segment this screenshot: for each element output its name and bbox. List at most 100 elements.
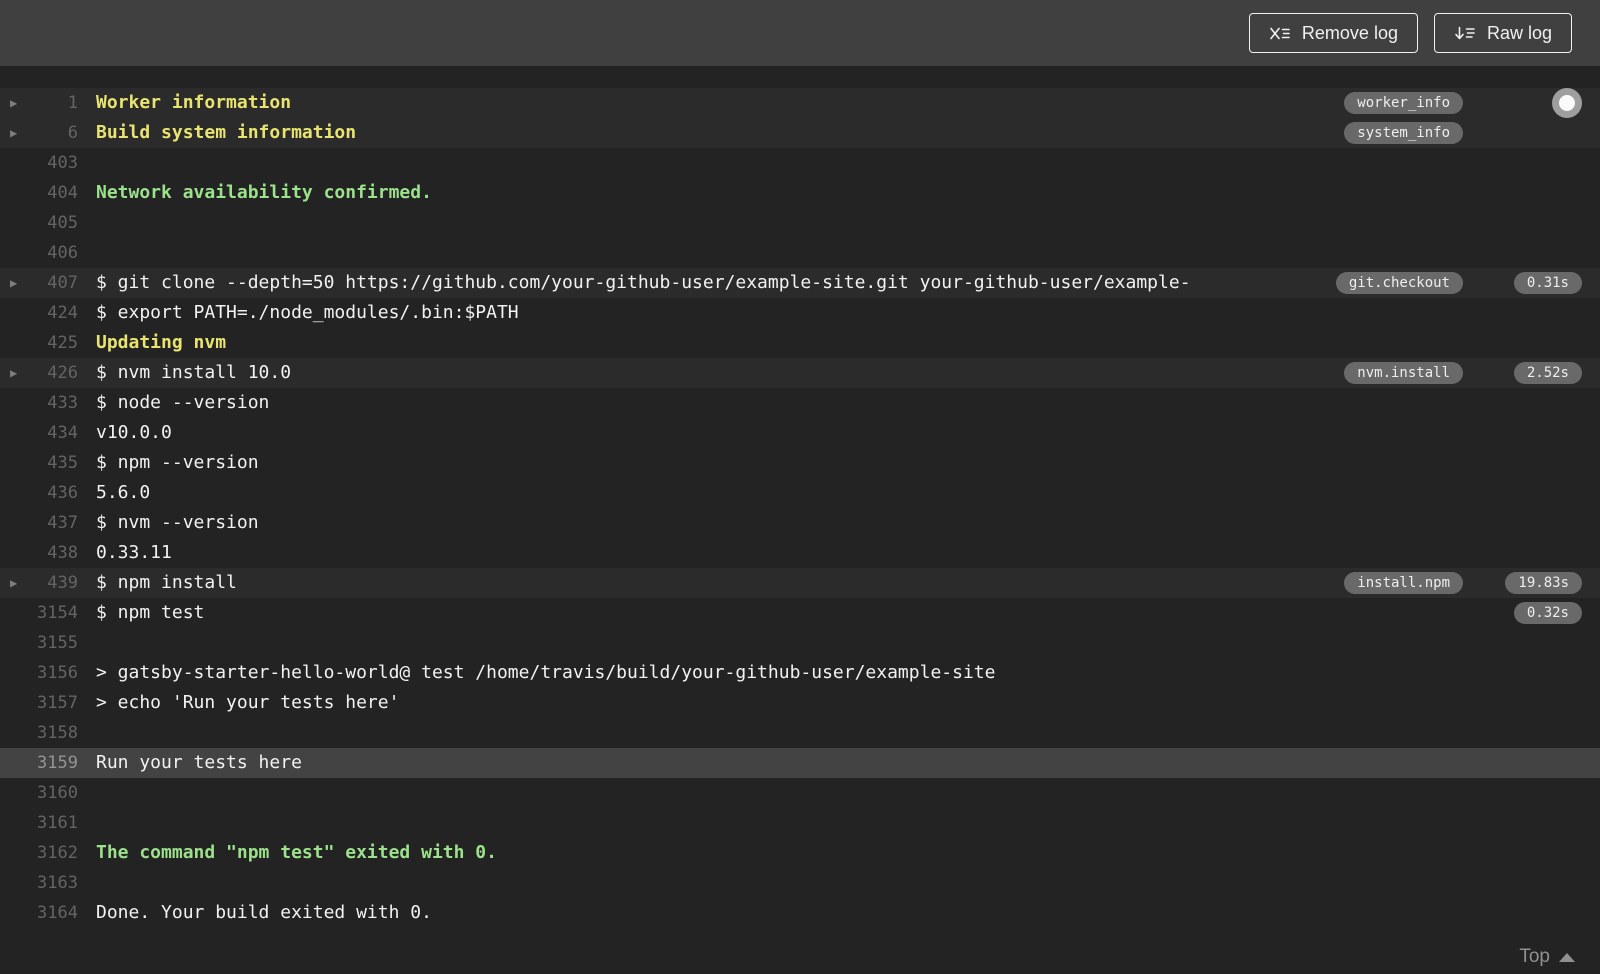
log-line-text: > gatsby-starter-hello-world@ test /home… xyxy=(96,662,996,683)
remove-log-label: Remove log xyxy=(1301,22,1398,43)
fold-tag-badge: worker_info xyxy=(1344,92,1463,114)
log-row: 3163 xyxy=(0,868,1600,898)
scrollbar-thumb-dot xyxy=(1559,95,1575,111)
remove-log-button[interactable]: Remove log xyxy=(1248,13,1418,53)
line-number-link[interactable]: 3162 xyxy=(30,838,78,868)
line-number-link[interactable]: 436 xyxy=(30,478,78,508)
log-line-text: 0.33.11 xyxy=(96,542,172,563)
log-line-text: Done. Your build exited with 0. xyxy=(96,902,432,923)
chevron-up-icon xyxy=(1559,952,1575,962)
log-line-text: $ npm test xyxy=(96,602,205,623)
log-row: 3156 > gatsby-starter-hello-world@ test … xyxy=(0,658,1600,688)
line-number-link[interactable]: 439 xyxy=(30,568,78,598)
build-log-page: Remove log Raw log ▶ 1 Worker informatio… xyxy=(0,0,1600,974)
log-row: 3161 xyxy=(0,808,1600,838)
log-line-text: $ npm --version xyxy=(96,452,259,473)
fold-tag-badge: git.checkout xyxy=(1335,272,1463,294)
duration-badge: 2.52s xyxy=(1513,362,1582,384)
duration-badge: 19.83s xyxy=(1505,572,1582,594)
top-link-label: Top xyxy=(1519,946,1550,967)
log-line-text: $ export PATH=./node_modules/.bin:$PATH xyxy=(96,302,519,323)
line-number-link[interactable]: 433 xyxy=(30,388,78,418)
line-number-link[interactable]: 405 xyxy=(30,208,78,238)
line-number-link[interactable]: 406 xyxy=(30,238,78,268)
line-number-link[interactable]: 434 xyxy=(30,418,78,448)
log-row: 3162 The command "npm test" exited with … xyxy=(0,838,1600,868)
log-viewer: ▶ 1 Worker information worker_info ▶ 6 B… xyxy=(0,66,1600,974)
fold-toggle-icon[interactable]: ▶ xyxy=(0,358,30,388)
log-row: 435 $ npm --version xyxy=(0,448,1600,478)
log-row: ▶ 439 $ npm install install.npm 19.83s xyxy=(0,568,1600,598)
line-number-link[interactable]: 404 xyxy=(30,178,78,208)
fold-toggle-icon[interactable]: ▶ xyxy=(0,268,30,298)
log-line-text: $ node --version xyxy=(96,392,270,413)
log-line-text: Network availability confirmed. xyxy=(96,182,432,203)
log-lines-container: ▶ 1 Worker information worker_info ▶ 6 B… xyxy=(0,88,1600,928)
duration-badge: 0.32s xyxy=(1513,602,1582,624)
log-row: 3158 xyxy=(0,718,1600,748)
log-row: ▶ 426 $ nvm install 10.0 nvm.install 2.5… xyxy=(0,358,1600,388)
log-line-text: $ nvm --version xyxy=(96,512,259,533)
log-row: 434 v10.0.0 xyxy=(0,418,1600,448)
log-row: 424 $ export PATH=./node_modules/.bin:$P… xyxy=(0,298,1600,328)
fold-tag-badge: system_info xyxy=(1344,122,1463,144)
log-row: 433 $ node --version xyxy=(0,388,1600,418)
line-number-link[interactable]: 6 xyxy=(30,118,78,148)
duration-badge: 0.31s xyxy=(1513,272,1582,294)
line-number-link[interactable]: 3158 xyxy=(30,718,78,748)
line-number-link[interactable]: 3163 xyxy=(30,868,78,898)
log-row: 3154 $ npm test 0.32s xyxy=(0,598,1600,628)
line-number-link[interactable]: 435 xyxy=(30,448,78,478)
log-row: 403 xyxy=(0,148,1600,178)
log-row: ▶ 1 Worker information worker_info xyxy=(0,88,1600,118)
log-row: ▶ 407 $ git clone --depth=50 https://git… xyxy=(0,268,1600,298)
line-number-link[interactable]: 3157 xyxy=(30,688,78,718)
log-line-text: Updating nvm xyxy=(96,332,227,353)
log-row: 404 Network availability confirmed. xyxy=(0,178,1600,208)
line-number-link[interactable]: 3161 xyxy=(30,808,78,838)
log-row: 437 $ nvm --version xyxy=(0,508,1600,538)
log-row: 3159 Run your tests here xyxy=(0,748,1600,778)
line-number-link[interactable]: 3164 xyxy=(30,898,78,928)
line-number-link[interactable]: 1 xyxy=(30,88,78,118)
log-row: 405 xyxy=(0,208,1600,238)
log-row: 436 5.6.0 xyxy=(0,478,1600,508)
scrollbar-thumb[interactable] xyxy=(1552,88,1582,118)
fold-toggle-icon[interactable]: ▶ xyxy=(0,88,30,118)
log-line-text: 5.6.0 xyxy=(96,482,151,503)
log-row: 3157 > echo 'Run your tests here' xyxy=(0,688,1600,718)
raw-log-icon xyxy=(1454,25,1476,42)
line-number-link[interactable]: 3154 xyxy=(30,598,78,628)
line-number-link[interactable]: 438 xyxy=(30,538,78,568)
line-number-link[interactable]: 3159 xyxy=(30,748,78,778)
log-toolbar: Remove log Raw log xyxy=(0,0,1600,66)
log-line-text: Run your tests here xyxy=(96,752,302,773)
line-number-link[interactable]: 407 xyxy=(30,268,78,298)
log-line-text: > echo 'Run your tests here' xyxy=(96,692,400,713)
line-number-link[interactable]: 437 xyxy=(30,508,78,538)
line-number-link[interactable]: 3156 xyxy=(30,658,78,688)
remove-log-icon xyxy=(1269,25,1291,42)
log-row: ▶ 6 Build system information system_info xyxy=(0,118,1600,148)
fold-toggle-icon[interactable]: ▶ xyxy=(0,568,30,598)
line-number-link[interactable]: 403 xyxy=(30,148,78,178)
log-row: 3160 xyxy=(0,778,1600,808)
scroll-to-top-link[interactable]: Top xyxy=(1519,946,1575,968)
fold-toggle-icon[interactable]: ▶ xyxy=(0,118,30,148)
log-line-text: v10.0.0 xyxy=(96,422,172,443)
raw-log-label: Raw log xyxy=(1486,22,1552,43)
line-number-link[interactable]: 426 xyxy=(30,358,78,388)
raw-log-button[interactable]: Raw log xyxy=(1433,13,1572,53)
fold-tag-badge: nvm.install xyxy=(1344,362,1463,384)
log-line-text: The command "npm test" exited with 0. xyxy=(96,842,497,863)
log-row: 3155 xyxy=(0,628,1600,658)
line-number-link[interactable]: 424 xyxy=(30,298,78,328)
line-number-link[interactable]: 3160 xyxy=(30,778,78,808)
fold-tag-badge: install.npm xyxy=(1344,572,1463,594)
line-number-link[interactable]: 3155 xyxy=(30,628,78,658)
log-row: 438 0.33.11 xyxy=(0,538,1600,568)
line-number-link[interactable]: 425 xyxy=(30,328,78,358)
log-row: 406 xyxy=(0,238,1600,268)
log-row: 425 Updating nvm xyxy=(0,328,1600,358)
log-row: 3164 Done. Your build exited with 0. xyxy=(0,898,1600,928)
